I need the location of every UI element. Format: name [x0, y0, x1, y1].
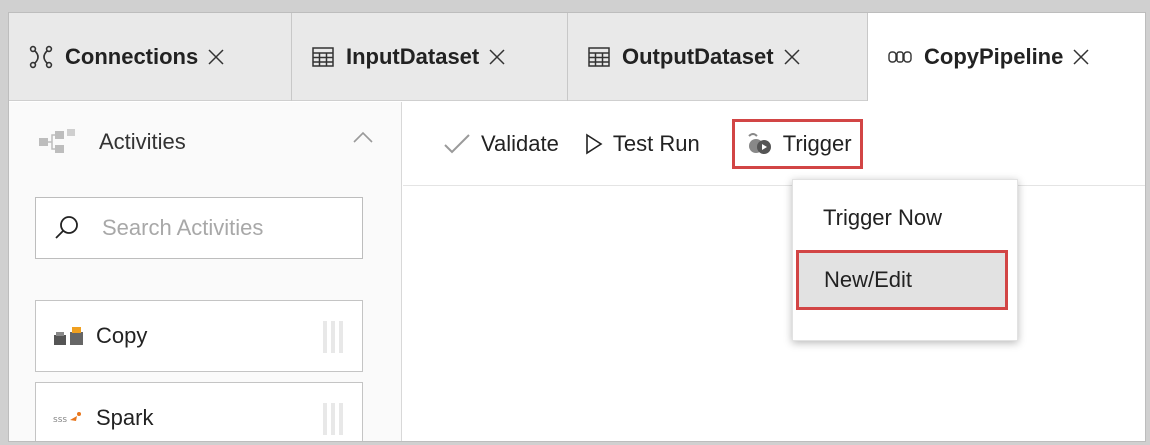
table-icon — [312, 47, 334, 67]
connections-icon — [29, 45, 53, 69]
search-icon — [54, 215, 80, 241]
drag-handle-icon[interactable] — [320, 403, 346, 435]
activity-item-copy[interactable]: Copy — [35, 300, 363, 372]
test-run-button[interactable]: Test Run — [585, 131, 700, 157]
tab-bar: Connections InputDataset OutputDataset C… — [9, 13, 1145, 101]
activities-header[interactable]: Activities — [9, 102, 402, 182]
tab-label: InputDataset — [346, 44, 480, 69]
pipeline-canvas[interactable] — [403, 187, 1145, 441]
activities-icon — [39, 129, 77, 155]
pipeline-toolbar: Validate Test Run Trigger — [403, 102, 1145, 186]
close-icon[interactable] — [1071, 47, 1091, 67]
close-icon[interactable] — [206, 47, 226, 67]
trigger-label: Trigger — [782, 130, 852, 156]
trigger-button[interactable]: Trigger — [731, 118, 863, 169]
tab-inputdataset[interactable]: InputDataset — [292, 13, 568, 101]
copy-activity-icon — [52, 324, 86, 348]
tab-outputdataset[interactable]: OutputDataset — [568, 13, 868, 101]
tab-connections[interactable]: Connections — [9, 13, 292, 101]
table-icon — [588, 47, 610, 67]
play-icon — [585, 133, 603, 155]
menu-item-label: Trigger Now — [823, 205, 942, 230]
data-factory-window: Connections InputDataset OutputDataset C… — [8, 12, 1146, 442]
activities-panel: Activities Copy — [9, 102, 402, 441]
activity-label: Spark — [96, 405, 154, 430]
close-icon[interactable] — [487, 47, 507, 67]
chevron-up-icon[interactable] — [352, 130, 374, 144]
tab-label: OutputDataset — [622, 44, 774, 69]
validate-button[interactable]: Validate — [443, 131, 559, 157]
test-run-label: Test Run — [612, 130, 700, 156]
activity-label: Copy — [96, 323, 148, 348]
menu-item-trigger-now[interactable]: Trigger Now — [793, 188, 1019, 248]
trigger-icon — [745, 132, 773, 156]
search-input[interactable] — [102, 215, 332, 241]
pipeline-icon — [888, 49, 912, 65]
svg-text:sss: sss — [53, 415, 67, 425]
search-activities-box[interactable] — [35, 197, 363, 259]
checkmark-icon — [443, 133, 471, 155]
menu-item-label: New/Edit — [824, 267, 913, 292]
menu-item-new-edit[interactable]: New/Edit — [796, 250, 1008, 310]
tab-copypipeline[interactable]: CopyPipeline — [868, 13, 1145, 101]
drag-handle-icon[interactable] — [320, 321, 346, 353]
tab-label: Connections — [65, 44, 199, 69]
close-icon[interactable] — [782, 47, 802, 67]
tab-label: CopyPipeline — [924, 44, 1064, 69]
trigger-menu: Trigger Now New/Edit — [792, 179, 1018, 341]
validate-label: Validate — [481, 130, 559, 156]
activities-title: Activities — [99, 129, 186, 154]
activity-item-spark[interactable]: sss Spark — [35, 382, 363, 441]
spark-activity-icon: sss — [52, 408, 86, 428]
